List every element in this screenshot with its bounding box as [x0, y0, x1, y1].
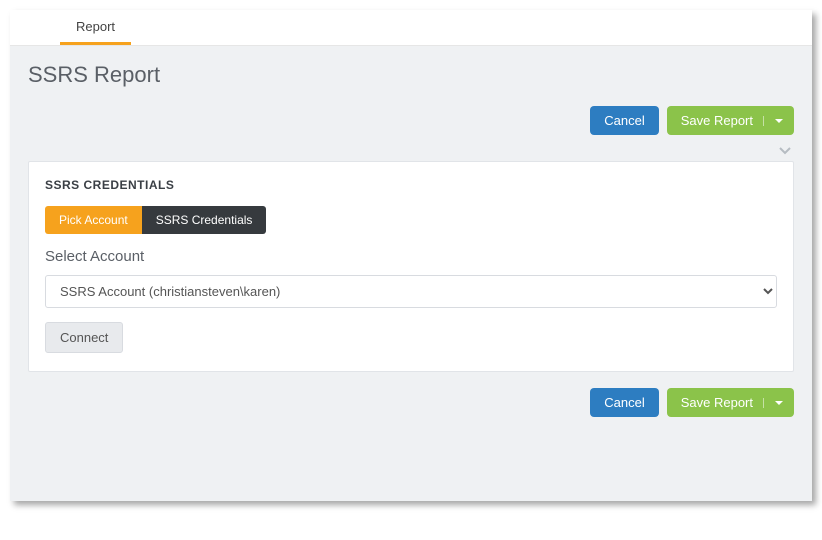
tab-strip: Report: [10, 10, 812, 46]
tab-report-label: Report: [76, 19, 115, 34]
top-action-row: Cancel Save Report: [28, 106, 794, 135]
chevron-down-icon: [774, 116, 784, 126]
save-report-button-label: Save Report: [681, 113, 763, 128]
connect-button[interactable]: Connect: [45, 322, 123, 353]
spacer: [28, 423, 794, 483]
page-title: SSRS Report: [28, 62, 794, 88]
credentials-card: SSRS CREDENTIALS Pick Account SSRS Crede…: [28, 161, 794, 372]
account-select[interactable]: SSRS Account (christiansteven\karen): [45, 275, 777, 308]
save-report-dropdown-toggle-bottom[interactable]: [763, 398, 794, 408]
cancel-button-label: Cancel: [604, 113, 644, 128]
save-report-dropdown-toggle[interactable]: [763, 116, 794, 126]
cancel-button-bottom-label: Cancel: [604, 395, 644, 410]
cancel-button-bottom[interactable]: Cancel: [590, 388, 658, 417]
collapse-row: [28, 141, 794, 161]
bottom-action-row: Cancel Save Report: [28, 388, 794, 417]
subtab-ssrs-credentials[interactable]: SSRS Credentials: [142, 206, 267, 234]
chevron-down-icon: [774, 398, 784, 408]
page-window: Report SSRS Report Cancel Save Report SS…: [10, 10, 812, 501]
collapse-chevron-icon[interactable]: [778, 143, 792, 157]
body-area: SSRS Report Cancel Save Report SSRS CRED…: [10, 46, 812, 501]
tab-report[interactable]: Report: [60, 10, 131, 45]
subtab-pick-account[interactable]: Pick Account: [45, 206, 142, 234]
subtab-pick-account-label: Pick Account: [59, 213, 128, 227]
subtab-row: Pick Account SSRS Credentials: [45, 206, 777, 234]
save-report-button[interactable]: Save Report: [667, 106, 794, 135]
subtab-ssrs-credentials-label: SSRS Credentials: [156, 213, 253, 227]
cancel-button[interactable]: Cancel: [590, 106, 658, 135]
connect-button-label: Connect: [60, 330, 108, 345]
section-title: SSRS CREDENTIALS: [45, 178, 777, 192]
select-account-label: Select Account: [45, 248, 777, 265]
save-report-button-bottom[interactable]: Save Report: [667, 388, 794, 417]
save-report-button-bottom-label: Save Report: [681, 395, 763, 410]
